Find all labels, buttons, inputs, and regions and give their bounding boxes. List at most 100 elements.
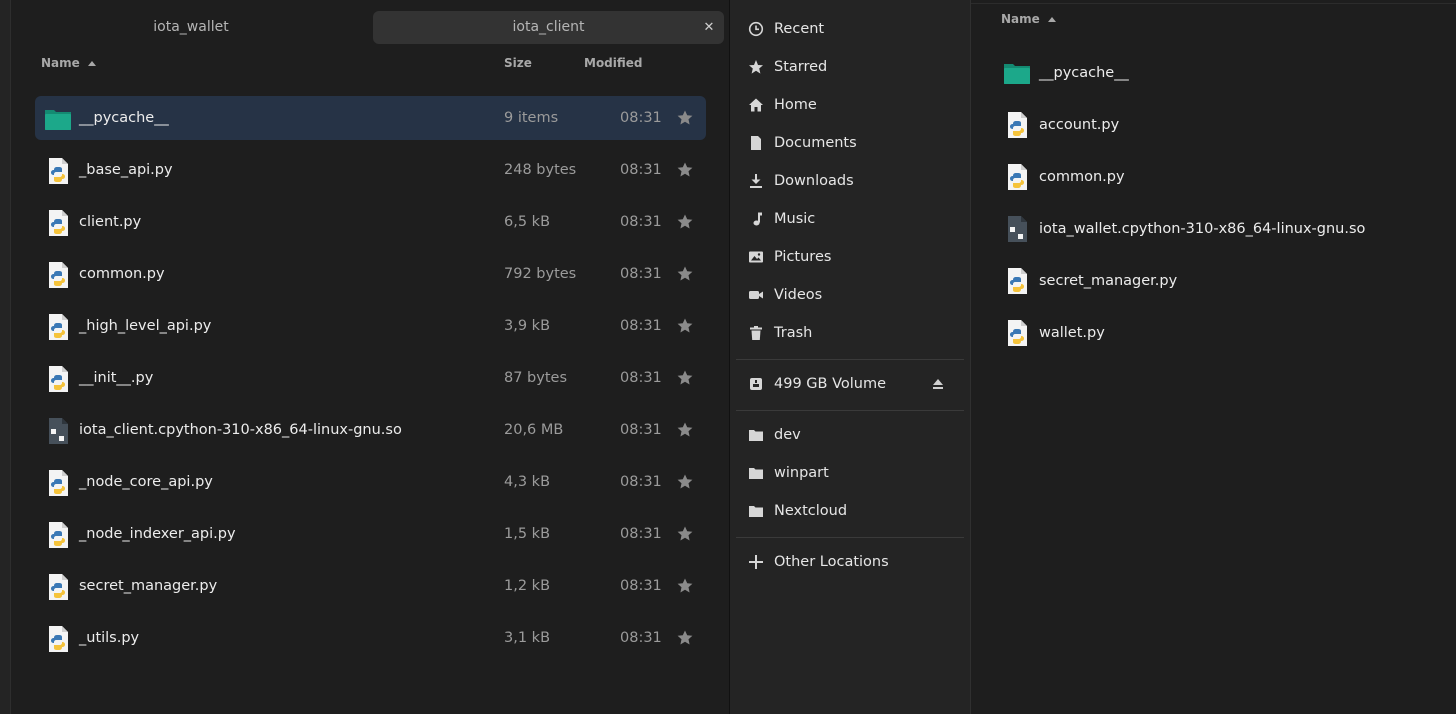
- file-row[interactable]: common.py: [1001, 155, 1441, 199]
- sidebar-item-pictures[interactable]: Pictures: [746, 239, 966, 275]
- file-row[interactable]: __pycache__ 9 items 08:31: [35, 96, 706, 140]
- sidebar-separator: [736, 410, 964, 411]
- shared-library-icon: [1003, 215, 1031, 243]
- sidebar-item-label: Videos: [774, 287, 823, 303]
- places-sidebar: Recent Starred Home Documents Downloads Music…: [730, 0, 970, 714]
- folder-icon: [748, 427, 764, 443]
- file-name: wallet.py: [1039, 325, 1105, 341]
- python-file-icon: [44, 261, 72, 289]
- file-row[interactable]: _node_indexer_api.py 1,5 kB 08:31: [35, 512, 706, 556]
- column-header-size[interactable]: Size: [504, 56, 532, 70]
- file-row[interactable]: _utils.py 3,1 kB 08:31: [35, 616, 706, 660]
- python-file-icon: [44, 469, 72, 497]
- star-icon[interactable]: [676, 525, 694, 543]
- sidebar-item-label: 499 GB Volume: [774, 376, 887, 392]
- plus-icon: [749, 555, 763, 569]
- file-row[interactable]: client.py 6,5 kB 08:31: [35, 200, 706, 244]
- file-name: __init__.py: [79, 370, 154, 386]
- file-row[interactable]: wallet.py: [1001, 311, 1441, 355]
- python-file-icon: [44, 209, 72, 237]
- star-icon[interactable]: [676, 473, 694, 491]
- right-file-list: Name __pycache__ account.py common.py iota_…: [971, 0, 1456, 714]
- python-file-icon: [1003, 267, 1031, 295]
- sidebar-item-downloads[interactable]: Downloads: [746, 163, 966, 199]
- star-icon[interactable]: [676, 577, 694, 595]
- star-icon[interactable]: [676, 109, 694, 127]
- file-name: __pycache__: [79, 110, 169, 126]
- file-row[interactable]: account.py: [1001, 103, 1441, 147]
- file-row[interactable]: iota_client.cpython-310-x86_64-linux-gnu…: [35, 408, 706, 452]
- tab-iota-wallet[interactable]: iota_wallet: [11, 11, 371, 44]
- sidebar-item-trash[interactable]: Trash: [746, 315, 966, 351]
- sidebar-item-dev[interactable]: dev: [746, 417, 966, 453]
- file-name: _node_core_api.py: [79, 474, 213, 490]
- folder-icon: [1003, 59, 1031, 87]
- file-row[interactable]: secret_manager.py 1,2 kB 08:31: [35, 564, 706, 608]
- file-size: 1,2 kB: [504, 578, 551, 594]
- star-icon[interactable]: [676, 629, 694, 647]
- star-icon[interactable]: [676, 265, 694, 283]
- python-file-icon: [44, 573, 72, 601]
- window-edge: [0, 0, 11, 714]
- star-icon[interactable]: [676, 317, 694, 335]
- star-icon[interactable]: [676, 421, 694, 439]
- sidebar-item-label: Home: [774, 97, 817, 113]
- sidebar-item-label: Other Locations: [774, 554, 889, 570]
- file-modified: 08:31: [620, 266, 662, 282]
- sidebar-item-winpart[interactable]: winpart: [746, 455, 966, 491]
- file-name: secret_manager.py: [1039, 273, 1178, 289]
- sidebar-item-label: Trash: [774, 325, 813, 341]
- python-file-icon: [1003, 111, 1031, 139]
- file-size: 4,3 kB: [504, 474, 551, 490]
- file-row[interactable]: _base_api.py 248 bytes 08:31: [35, 148, 706, 192]
- file-size: 3,9 kB: [504, 318, 551, 334]
- file-row[interactable]: secret_manager.py: [1001, 259, 1441, 303]
- file-row[interactable]: __pycache__: [1001, 51, 1441, 95]
- tab-label: iota_wallet: [153, 19, 229, 35]
- star-icon[interactable]: [676, 213, 694, 231]
- file-name: common.py: [1039, 169, 1125, 185]
- file-row[interactable]: iota_wallet.cpython-310-x86_64-linux-gnu…: [1001, 207, 1441, 251]
- file-row[interactable]: _high_level_api.py 3,9 kB 08:31: [35, 304, 706, 348]
- sidebar-item-other-locations[interactable]: Other Locations: [746, 544, 966, 580]
- file-name: secret_manager.py: [79, 578, 218, 594]
- trash-icon: [748, 325, 764, 341]
- file-size: 3,1 kB: [504, 630, 551, 646]
- tab-iota-client[interactable]: iota_client: [373, 11, 724, 44]
- column-header-name[interactable]: Name: [41, 56, 96, 70]
- sidebar-item-documents[interactable]: Documents: [746, 125, 966, 161]
- close-tab-icon[interactable]: ✕: [700, 11, 718, 44]
- folder-icon: [44, 105, 72, 133]
- star-icon: [748, 59, 764, 75]
- star-icon[interactable]: [676, 369, 694, 387]
- sidebar-item-label: Music: [774, 211, 816, 227]
- sidebar-item-music[interactable]: Music: [746, 201, 966, 237]
- file-row[interactable]: _node_core_api.py 4,3 kB 08:31: [35, 460, 706, 504]
- column-header-modified[interactable]: Modified: [584, 56, 643, 70]
- file-modified: 08:31: [620, 578, 662, 594]
- eject-icon[interactable]: [932, 378, 944, 390]
- sidebar-item-recent[interactable]: Recent: [746, 11, 966, 47]
- column-header-name[interactable]: Name: [1001, 12, 1056, 26]
- file-name: client.py: [79, 214, 142, 230]
- sidebar-item-nextcloud[interactable]: Nextcloud: [746, 493, 966, 529]
- python-file-icon: [1003, 319, 1031, 347]
- sort-ascending-icon: [1047, 17, 1056, 22]
- sidebar-item-starred[interactable]: Starred: [746, 49, 966, 85]
- file-modified: 08:31: [620, 162, 662, 178]
- header-line: [971, 3, 1456, 4]
- download-icon: [748, 173, 764, 189]
- star-icon[interactable]: [676, 161, 694, 179]
- sidebar-item-videos[interactable]: Videos: [746, 277, 966, 313]
- drive-icon: [750, 378, 762, 390]
- sort-ascending-icon: [87, 61, 96, 66]
- home-icon: [748, 97, 764, 113]
- sidebar-item-label: Documents: [774, 135, 857, 151]
- sidebar-item-volume[interactable]: 499 GB Volume: [746, 366, 966, 402]
- sidebar-item-home[interactable]: Home: [746, 87, 966, 123]
- file-size: 792 bytes: [504, 266, 577, 282]
- file-size: 248 bytes: [504, 162, 577, 178]
- file-row[interactable]: __init__.py 87 bytes 08:31: [35, 356, 706, 400]
- file-row[interactable]: common.py 792 bytes 08:31: [35, 252, 706, 296]
- file-size: 6,5 kB: [504, 214, 551, 230]
